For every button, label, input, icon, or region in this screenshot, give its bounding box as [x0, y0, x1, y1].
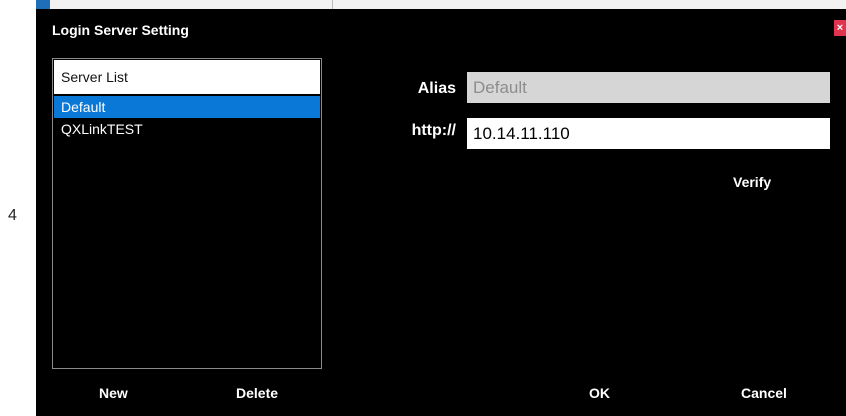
- background-app-icon: [36, 0, 50, 9]
- background-window-edge: [36, 0, 846, 9]
- alias-label: Alias: [417, 80, 456, 97]
- background-left-margin: 4: [0, 0, 36, 416]
- server-list[interactable]: Server List Default QXLinkTEST: [52, 58, 322, 369]
- verify-button[interactable]: Verify: [733, 174, 771, 190]
- server-list-header: Server List: [54, 60, 320, 94]
- close-icon[interactable]: ×: [834, 20, 846, 36]
- url-label: http://: [411, 122, 456, 139]
- background-divider: [332, 0, 333, 9]
- alias-field[interactable]: [467, 72, 830, 103]
- server-list-item-default[interactable]: Default: [54, 96, 320, 118]
- new-button[interactable]: New: [99, 385, 128, 401]
- delete-button[interactable]: Delete: [236, 385, 278, 401]
- cancel-button[interactable]: Cancel: [741, 385, 787, 401]
- login-server-setting-dialog: Login Server Setting × Server List Defau…: [36, 9, 846, 416]
- server-url-field[interactable]: [467, 118, 830, 149]
- server-list-item-qxlinktest[interactable]: QXLinkTEST: [54, 118, 320, 140]
- side-number: 4: [8, 207, 17, 224]
- ok-button[interactable]: OK: [589, 385, 610, 401]
- dialog-title: Login Server Setting: [52, 22, 189, 38]
